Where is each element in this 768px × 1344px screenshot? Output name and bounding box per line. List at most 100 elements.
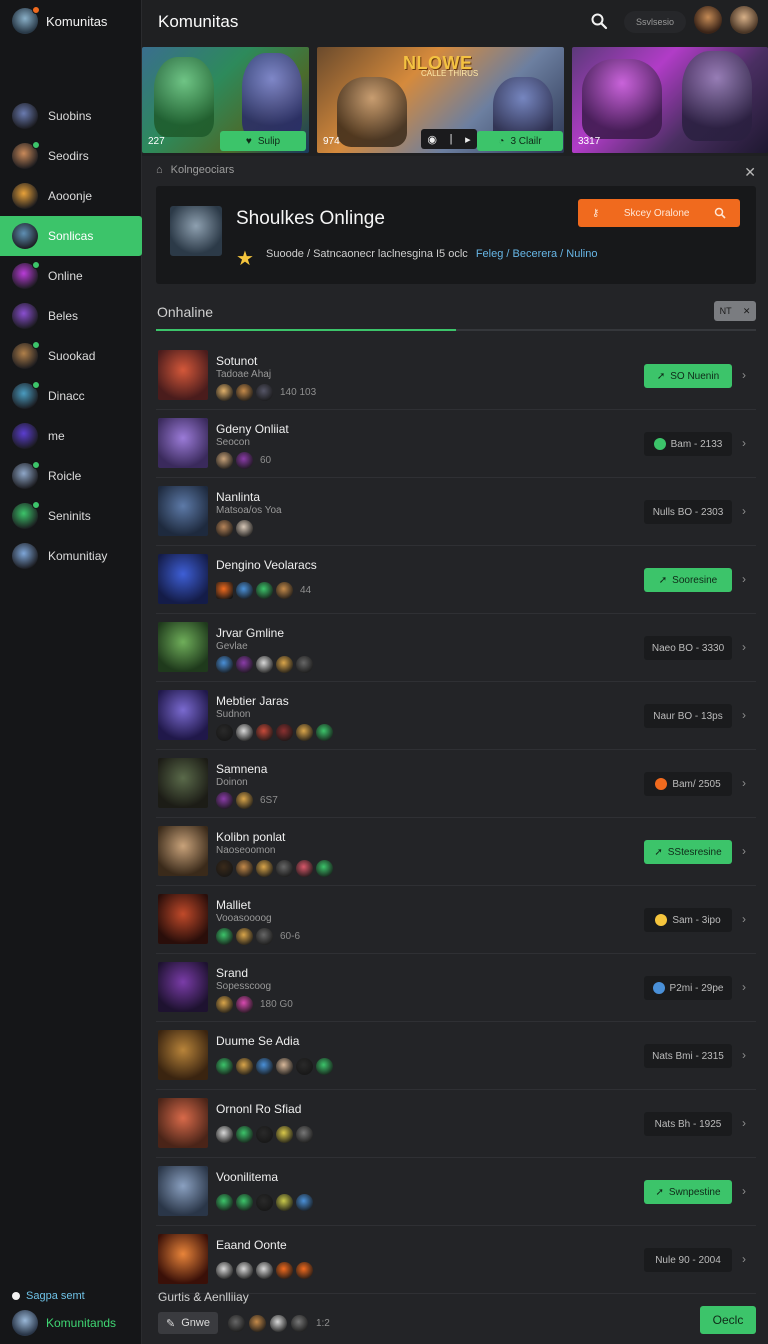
sidebar-item[interactable]: Sonlicas: [0, 216, 142, 256]
chevron-right-icon[interactable]: ›: [742, 1252, 746, 1266]
row-action-button[interactable]: Naur BO - 13ps: [644, 704, 732, 728]
row-action-button[interactable]: Nats Bh - 1925: [644, 1112, 732, 1136]
row-count: 44: [300, 585, 312, 596]
row-member-icons: [216, 1262, 313, 1279]
row-button-label: SStesresine: [667, 846, 722, 858]
section-pill-label: NT: [719, 306, 732, 316]
row-action-button[interactable]: Bam/ 2505: [644, 772, 732, 796]
sidebar-item[interactable]: Dinacc: [0, 376, 142, 416]
hero-label: 3317: [578, 136, 601, 147]
profile-avatar[interactable]: [730, 6, 758, 34]
sidebar-item-avatar: [12, 423, 38, 449]
row-action-button[interactable]: Sam - 3ipo: [644, 908, 732, 932]
chevron-right-icon[interactable]: ›: [742, 504, 746, 518]
bottom-action-button[interactable]: Oeclc: [700, 1306, 756, 1334]
chevron-right-icon[interactable]: ›: [742, 640, 746, 654]
list-row[interactable]: Kolibn ponlat Naoseoomon ➚ SStesresine ›: [156, 818, 756, 886]
sidebar-item[interactable]: Online: [0, 256, 142, 296]
row-name: Malliet: [216, 898, 251, 912]
row-subtitle: Sopesscoog: [216, 981, 272, 992]
member-avatar-icon: [296, 656, 313, 673]
list-row[interactable]: Nanlinta Matsoa/os Yoa Nulls BO - 2303 ›: [156, 478, 756, 546]
list-row[interactable]: Jrvar Gmline Gevlae Naeo BO - 3330 ›: [156, 614, 756, 682]
list-row[interactable]: Gdeny Onliiat Seocon 60 Bam - 2133 ›: [156, 410, 756, 478]
list-row[interactable]: Eaand Oonte Nule 90 - 2004 ›: [156, 1226, 756, 1294]
chevron-right-icon[interactable]: ›: [742, 844, 746, 858]
hero-button[interactable]: ◔ 3 Clailr: [477, 131, 563, 151]
list-row[interactable]: Malliet Vooasoooog 60-6 Sam - 3ipo ›: [156, 886, 756, 954]
sidebar-item[interactable]: Komunitiay: [0, 536, 142, 576]
member-avatar-icon: [296, 1126, 313, 1143]
close-icon[interactable]: ✕: [743, 306, 751, 317]
row-member-icons: 60-6: [216, 928, 300, 945]
row-action-button[interactable]: ➚ SStesresine: [644, 840, 732, 864]
list-row[interactable]: Mebtier Jaras Sudnon Naur BO - 13ps ›: [156, 682, 756, 750]
list-row[interactable]: Voonilitema ➚ Swnpestine ›: [156, 1158, 756, 1226]
row-action-button[interactable]: Bam - 2133: [644, 432, 732, 456]
row-action-button[interactable]: Nats Bmi - 2315: [644, 1044, 732, 1068]
sidebar-item[interactable]: Seodirs: [0, 136, 142, 176]
bottom-chip-label: Gnwe: [181, 1317, 210, 1329]
sidebar-item[interactable]: Suobins: [0, 96, 142, 136]
chevron-right-icon[interactable]: ›: [742, 980, 746, 994]
list-row[interactable]: Dengino Veolaracs 44 ➚ Sooresine ›: [156, 546, 756, 614]
sidebar-footer-link[interactable]: Sagpa semt: [12, 1290, 85, 1302]
chevron-right-icon[interactable]: ›: [742, 912, 746, 926]
heart-icon: ♥: [245, 135, 252, 147]
sidebar-brand[interactable]: Komunitas: [12, 6, 107, 34]
next-icon[interactable]: ▸: [465, 133, 471, 146]
row-thumbnail: [158, 350, 208, 400]
row-action-button[interactable]: ➚ Sooresine: [644, 568, 732, 592]
bottom-chip[interactable]: ✎ Gnwe: [158, 1312, 218, 1334]
sidebar-item[interactable]: Suookad: [0, 336, 142, 376]
media-controls[interactable]: ◉ | ▸: [421, 129, 477, 149]
chevron-right-icon[interactable]: ›: [742, 1048, 746, 1062]
sidebar-item[interactable]: me: [0, 416, 142, 456]
hero-banner-1[interactable]: 227 ♥ Sulip: [142, 47, 309, 153]
search-pill[interactable]: Ssvlsesio: [624, 11, 686, 33]
row-action-button[interactable]: ➚ SO Nuenin: [644, 364, 732, 388]
list-row[interactable]: Ornonl Ro Sfiad Nats Bh - 1925 ›: [156, 1090, 756, 1158]
bar-icon[interactable]: |: [450, 133, 453, 145]
list-row[interactable]: Duume Se Adia Nats Bmi - 2315 ›: [156, 1022, 756, 1090]
row-action-button[interactable]: ➚ Swnpestine: [644, 1180, 732, 1204]
status-dot: [32, 261, 40, 269]
sidebar-item[interactable]: Aooonje: [0, 176, 142, 216]
search-icon[interactable]: [590, 12, 608, 30]
member-avatar-icon: [236, 792, 253, 809]
footer-link-label: Sagpa semt: [26, 1290, 85, 1302]
member-avatar-icon: [236, 1194, 253, 1211]
row-action-button[interactable]: Nulls BO - 2303: [644, 500, 732, 524]
chevron-right-icon[interactable]: ›: [742, 1184, 746, 1198]
play-icon[interactable]: ◉: [427, 133, 437, 146]
hero-button[interactable]: ♥ Sulip: [220, 131, 306, 151]
sidebar-item[interactable]: Beles: [0, 296, 142, 336]
row-name: Eaand Oonte: [216, 1238, 287, 1252]
member-avatar-icon: [276, 860, 293, 877]
featured-meta-link[interactable]: Feleg / Becerera / Nulino: [476, 248, 598, 260]
sidebar-item[interactable]: Seninits: [0, 496, 142, 536]
row-action-button[interactable]: P2mi - 29pe: [644, 976, 732, 1000]
row-action-button[interactable]: Naeo BO - 3330: [644, 636, 732, 660]
featured-button[interactable]: ⚷ Skcey Oralone: [578, 199, 740, 227]
sidebar-footer-user[interactable]: Komunitands: [12, 1310, 116, 1336]
chevron-right-icon[interactable]: ›: [742, 776, 746, 790]
list-row[interactable]: Samnena Doinon 6S7 Bam/ 2505 ›: [156, 750, 756, 818]
close-icon[interactable]: ✕: [744, 164, 756, 181]
sidebar-item[interactable]: Roicle: [0, 456, 142, 496]
chevron-right-icon[interactable]: ›: [742, 368, 746, 382]
clock-icon: ◔: [498, 135, 505, 147]
chevron-right-icon[interactable]: ›: [742, 1116, 746, 1130]
list-row[interactable]: Sotunot Tadoae Ahaj 140 103 ➚ SO Nuenin ›: [156, 342, 756, 410]
hero-banner-3[interactable]: 3317: [572, 47, 768, 153]
row-action-button[interactable]: Nule 90 - 2004: [644, 1248, 732, 1272]
chevron-right-icon[interactable]: ›: [742, 708, 746, 722]
member-avatar-icon: [290, 1314, 308, 1332]
user-avatar[interactable]: [694, 6, 722, 34]
chevron-right-icon[interactable]: ›: [742, 572, 746, 586]
chevron-right-icon[interactable]: ›: [742, 436, 746, 450]
member-avatar-icon: [316, 1058, 333, 1075]
section-filter-pill[interactable]: NT ✕: [714, 301, 756, 321]
list-row[interactable]: Srand Sopesscoog 180 G0 P2mi - 29pe ›: [156, 954, 756, 1022]
hero-banner-2[interactable]: NLOWE CALLE THIRUS 974 ◉ | ▸ ◔ 3 Clailr: [317, 47, 564, 153]
